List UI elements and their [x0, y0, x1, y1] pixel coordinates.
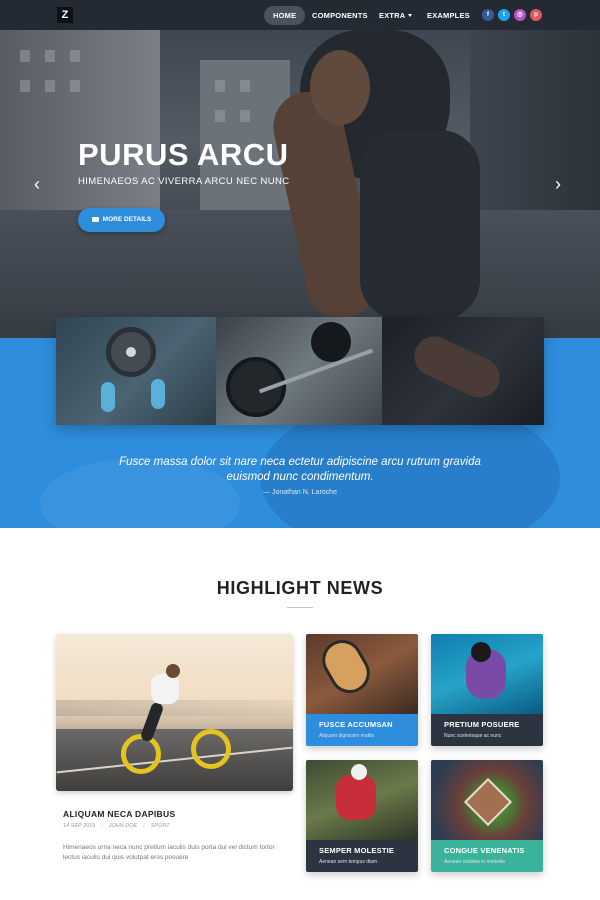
hero-carousel: PURUS ARCU HIMENAEOS AC VIVERRA ARCU NEC… — [0, 30, 600, 338]
hero-subtitle: HIMENAEOS AC VIVERRA ARCU NEC NUNC — [78, 176, 290, 187]
chevron-right-icon[interactable]: › — [555, 175, 561, 193]
folder-icon — [91, 216, 99, 222]
gallery-image-weight-plate[interactable] — [56, 317, 216, 425]
nav-item-extra-label: EXTRA — [379, 11, 406, 20]
athlete-graphic — [407, 329, 507, 405]
instagram-icon[interactable]: ◎ — [514, 9, 526, 21]
meta-separator: / — [101, 823, 103, 829]
news-card-subtitle: Nunc scelerisque ac nunc — [444, 733, 502, 739]
image-gallery — [56, 317, 544, 425]
news-card[interactable]: FUSCE ACCUMSAN Aliquam dignissim mattis — [306, 634, 418, 746]
section-title: HIGHLIGHT NEWS — [216, 578, 384, 598]
feature-news-image[interactable] — [56, 634, 293, 791]
news-card-label: CONGUE VENENATIS Aenean sodales in moles… — [431, 840, 543, 872]
more-details-button[interactable]: MORE DETAILS — [78, 208, 165, 232]
sneaker-graphic — [101, 382, 115, 412]
news-card-image — [306, 634, 418, 714]
feature-news-author[interactable]: JOHN DOE — [109, 823, 137, 829]
news-card-image — [431, 634, 543, 714]
news-card-subtitle: Aenean sodales in molestie — [444, 859, 506, 865]
sneaker-graphic — [151, 379, 165, 409]
pinterest-icon[interactable]: p — [530, 9, 542, 21]
news-card-image — [431, 760, 543, 840]
facebook-icon[interactable]: f — [482, 9, 494, 21]
feature-news-excerpt: Himenaeos urna neca nunc pretium iaculis… — [63, 844, 275, 861]
cyclist-graphic — [151, 674, 179, 704]
news-card-title: SEMPER MOLESTIE — [319, 846, 395, 855]
diver-graphic — [471, 642, 491, 662]
news-card-title: PRETIUM POSUERE — [444, 720, 520, 729]
brand-logo[interactable]: Z — [57, 7, 73, 23]
news-card[interactable]: PRETIUM POSUERE Nunc scelerisque ac nunc — [431, 634, 543, 746]
news-card-label: SEMPER MOLESTIE Aenean sem tempus diam — [306, 840, 418, 872]
news-card-image — [306, 760, 418, 840]
more-details-label: MORE DETAILS — [102, 216, 152, 223]
feature-news-title[interactable]: ALIQUAM NECA DAPIBUS — [63, 809, 175, 819]
chevron-left-icon[interactable]: ‹ — [34, 175, 40, 193]
weight-plate-graphic — [126, 347, 136, 357]
bicycle-wheel-graphic — [121, 734, 161, 774]
news-card-title: CONGUE VENENATIS — [444, 846, 525, 855]
testimonial-author: — Jonathan N. Laroche — [263, 489, 337, 496]
nav-item-home[interactable]: HOME — [264, 6, 306, 25]
twitter-icon[interactable]: t — [498, 9, 510, 21]
news-card-label: FUSCE ACCUMSAN Aliquam dignissim mattis — [306, 714, 418, 746]
title-divider — [287, 607, 313, 608]
athlete-graphic — [336, 775, 376, 820]
nav-item-examples[interactable]: EXAMPLES — [427, 6, 470, 25]
news-card-label: PRETIUM POSUERE Nunc scelerisque ac nunc — [431, 714, 543, 746]
feature-news-meta: 14 SEP 2019 / JOHN DOE / SPORT — [63, 823, 170, 829]
news-card[interactable]: CONGUE VENENATIS Aenean sodales in moles… — [431, 760, 543, 872]
news-card-title: FUSCE ACCUMSAN — [319, 720, 393, 729]
nav-item-extra[interactable]: EXTRA — [379, 6, 413, 25]
bicycle-wheel-graphic — [191, 729, 231, 769]
news-card[interactable]: SEMPER MOLESTIE Aenean sem tempus diam — [306, 760, 418, 872]
athlete-graphic — [351, 764, 367, 780]
feature-news-category[interactable]: SPORT — [151, 823, 170, 829]
gallery-image-barbell[interactable] — [216, 317, 382, 425]
cyclist-graphic — [166, 664, 180, 678]
testimonial-quote: Fusce massa dolor sit nare neca ectetur … — [119, 456, 481, 483]
news-card-subtitle: Aenean sem tempus diam — [319, 859, 378, 865]
chevron-down-icon — [408, 14, 413, 17]
meta-separator: / — [143, 823, 145, 829]
hero-title: PURUS ARCU — [78, 137, 289, 172]
nav-item-components[interactable]: COMPONENTS — [312, 6, 368, 25]
skateboard-graphic — [314, 634, 378, 701]
barbell-graphic — [311, 322, 351, 362]
feature-news-date: 14 SEP 2019 — [63, 823, 96, 829]
navbar: Z HOME COMPONENTS EXTRA EXAMPLES f t ◎ p — [0, 0, 600, 30]
gallery-image-workout[interactable] — [382, 317, 544, 425]
baseball-diamond-graphic — [463, 777, 513, 827]
city-skyline-graphic — [56, 700, 293, 716]
news-card-subtitle: Aliquam dignissim mattis — [319, 733, 375, 739]
